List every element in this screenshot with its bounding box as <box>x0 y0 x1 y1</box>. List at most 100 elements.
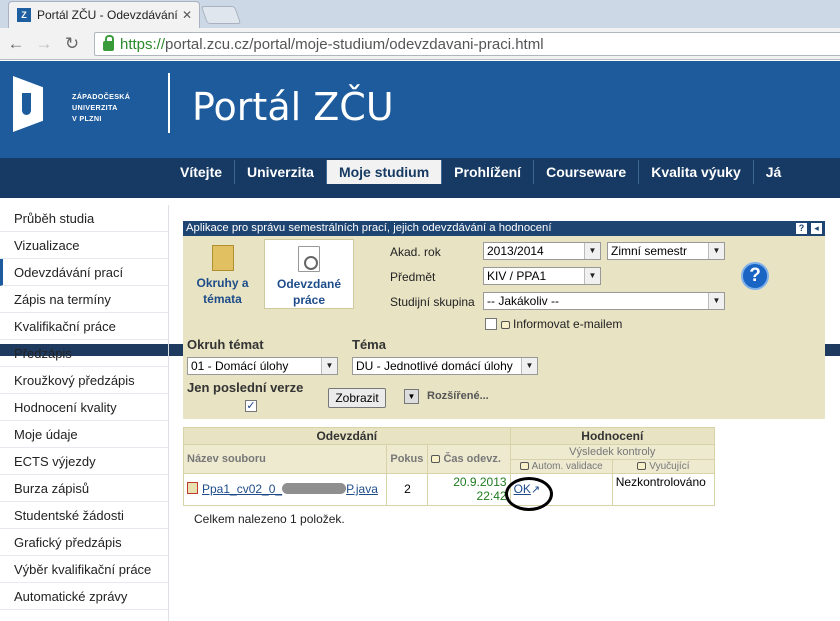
module-label: Okruhy a <box>196 276 249 290</box>
university-name: ZÁPADOČESKÁ UNIVERZITA V PLZNI <box>72 91 130 124</box>
sidebar-item[interactable]: Vizualizace <box>0 232 168 259</box>
comment-icon <box>519 462 529 470</box>
highlight-circle <box>505 477 553 511</box>
url-path: portal.zcu.cz/portal/moje-studium/odevzd… <box>165 35 544 53</box>
browser-tab[interactable]: Z Portál ZČU - Odevzdávání ✕ <box>8 1 200 28</box>
address-bar[interactable]: https:// portal.zcu.cz/portal/moje-studi… <box>94 32 840 56</box>
sidebar-item[interactable]: Grafický předzápis <box>0 529 168 556</box>
okruh-value: 01 - Domácí úlohy <box>191 359 289 373</box>
exit-icon[interactable]: ◂ <box>811 223 822 234</box>
rozsirene-link[interactable]: Rozšířené... <box>427 390 489 402</box>
module-okruhy-temata[interactable]: Okruhy a témata <box>183 239 262 309</box>
informovat-checkbox[interactable] <box>485 318 497 330</box>
module-label: práce <box>292 293 326 307</box>
file-name-start: Ppa1_cv02_0_ <box>202 482 283 496</box>
col-autom-label: Autom. validace <box>531 461 603 472</box>
header-hodnoceni: Hodnocení <box>509 427 716 445</box>
zcu-logo-icon[interactable] <box>13 76 43 132</box>
help-icon[interactable]: ? <box>741 262 769 290</box>
dropdown-arrow-icon: ▼ <box>584 243 600 259</box>
col-vysledek-kontroly: Výsledek kontroly <box>509 444 716 460</box>
folder-search-icon <box>211 245 234 271</box>
help-small-icon[interactable]: ? <box>796 223 807 234</box>
col-cas-odevz[interactable]: Čas odevz. <box>427 444 511 474</box>
predmet-value: KIV / PPA1 <box>487 269 547 283</box>
table-row: Ppa1_cv02_0_ P.java 2 20.9.2013 22:42 OK↗… <box>182 473 716 506</box>
nav-prohlizeni[interactable]: Prohlížení <box>441 160 533 184</box>
skupina-select[interactable]: -- Jakákoliv -- ▼ <box>483 292 725 310</box>
predmet-select[interactable]: KIV / PPA1 ▼ <box>483 267 601 285</box>
submit-time: 22:42 <box>476 489 507 503</box>
nav-courseware[interactable]: Courseware <box>533 160 638 184</box>
nav-ja[interactable]: Já <box>752 160 794 184</box>
sidebar-item[interactable]: Kvalifikační práce <box>0 313 168 340</box>
col-cas-label: Čas odevz. <box>443 453 501 465</box>
total-count: Celkem nalezeno 1 položek. <box>194 512 345 526</box>
module-label: témata <box>203 292 242 306</box>
app-panel: Aplikace pro správu semestrálních prací,… <box>183 221 825 419</box>
posledni-verze-label: Jen poslední verze <box>187 380 304 395</box>
sidebar-item[interactable]: Burza zápisů <box>0 475 168 502</box>
informovat-text: Informovat e-mailem <box>513 317 623 331</box>
okruh-select[interactable]: 01 - Domácí úlohy ▼ <box>187 357 338 375</box>
java-file-icon <box>187 482 198 494</box>
comment-icon <box>501 321 510 329</box>
submit-date: 20.9.2013 <box>453 475 507 489</box>
sidebar-item[interactable]: Průběh studia <box>0 205 168 232</box>
nav-kvalita-vyuky[interactable]: Kvalita výuky <box>638 160 753 184</box>
lock-icon <box>103 35 114 51</box>
portal-title[interactable]: Portál ZČU <box>192 85 394 129</box>
nav-vitejte[interactable]: Vítejte <box>168 160 234 184</box>
university-line: ZÁPADOČESKÁ <box>72 92 131 101</box>
sidebar-item[interactable]: Výběr kvalifikační práce <box>0 556 168 583</box>
app-title-bar: Aplikace pro správu semestrálních prací,… <box>183 221 825 236</box>
sidebar-item[interactable]: Zápis na termíny <box>0 286 168 313</box>
sidebar-item[interactable]: Hodnocení kvality <box>0 394 168 421</box>
col-vyucujici[interactable]: Vyučující <box>611 459 716 474</box>
main-navigation: Vítejte Univerzita Moje studium Prohlíže… <box>0 158 840 356</box>
sidebar-item[interactable]: Studentské žádosti <box>0 502 168 529</box>
nav-univerzita[interactable]: Univerzita <box>234 160 326 184</box>
predmet-label: Předmět <box>390 270 436 284</box>
col-autom-validace[interactable]: Autom. validace <box>509 459 613 474</box>
tema-select[interactable]: DU - Jednotlivé domácí úlohy ▼ <box>352 357 538 375</box>
dropdown-arrow-icon: ▼ <box>321 358 337 374</box>
semestr-select[interactable]: Zimní semestr ▼ <box>607 242 725 260</box>
file-link[interactable]: Ppa1_cv02_0_ P.java <box>202 482 378 496</box>
akad-rok-select[interactable]: 2013/2014 ▼ <box>483 242 601 260</box>
tema-value: DU - Jednotlivé domácí úlohy <box>356 359 513 373</box>
portal-header: ZÁPADOČESKÁ UNIVERZITA V PLZNI Portál ZČ… <box>0 61 840 158</box>
dropdown-arrow-icon: ▼ <box>708 243 724 259</box>
forward-icon[interactable]: → <box>32 32 56 56</box>
file-cell: Ppa1_cv02_0_ P.java <box>182 473 388 506</box>
dropdown-arrow-icon: ▼ <box>708 293 724 309</box>
reload-icon[interactable]: ↻ <box>60 32 84 56</box>
col-pokus[interactable]: Pokus <box>386 444 429 474</box>
expand-icon[interactable]: ▼ <box>404 389 419 404</box>
module-label: Odevzdané <box>276 277 342 291</box>
sidebar-item[interactable]: Moje údaje <box>0 421 168 448</box>
sidebar-item[interactable]: ECTS výjezdy <box>0 448 168 475</box>
new-tab-button[interactable] <box>200 6 242 24</box>
sidebar-item[interactable]: Automatické zprávy <box>0 583 168 610</box>
cas-cell: 20.9.2013 22:42 <box>427 473 511 506</box>
header-odevzdani: Odevzdání <box>183 427 511 445</box>
header-divider <box>168 73 170 133</box>
sidebar-item[interactable]: Předzápis <box>0 340 168 367</box>
sidebar-item[interactable]: Kroužkový předzápis <box>0 367 168 394</box>
university-line: V PLZNI <box>72 114 102 123</box>
nav-moje-studium[interactable]: Moje studium <box>325 160 442 184</box>
browser-tab-bar: Z Portál ZČU - Odevzdávání ✕ <box>0 0 840 28</box>
col-nazev-souboru[interactable]: Název souboru <box>182 444 388 474</box>
dropdown-arrow-icon: ▼ <box>584 268 600 284</box>
skupina-value: -- Jakákoliv -- <box>487 294 560 308</box>
url-scheme: https:// <box>120 35 166 53</box>
posledni-verze-checkbox[interactable]: ✓ <box>245 400 257 412</box>
redacted-name <box>282 483 347 494</box>
sidebar-item-active[interactable]: Odevzdávání prací <box>0 259 168 286</box>
vyucujici-cell: Nezkontrolováno <box>611 473 716 506</box>
module-odevzdane-prace[interactable]: Odevzdané práce <box>264 239 354 309</box>
zobrazit-button[interactable]: Zobrazit <box>328 388 386 408</box>
close-tab-icon[interactable]: ✕ <box>182 8 192 22</box>
back-icon[interactable]: ← <box>4 32 28 56</box>
